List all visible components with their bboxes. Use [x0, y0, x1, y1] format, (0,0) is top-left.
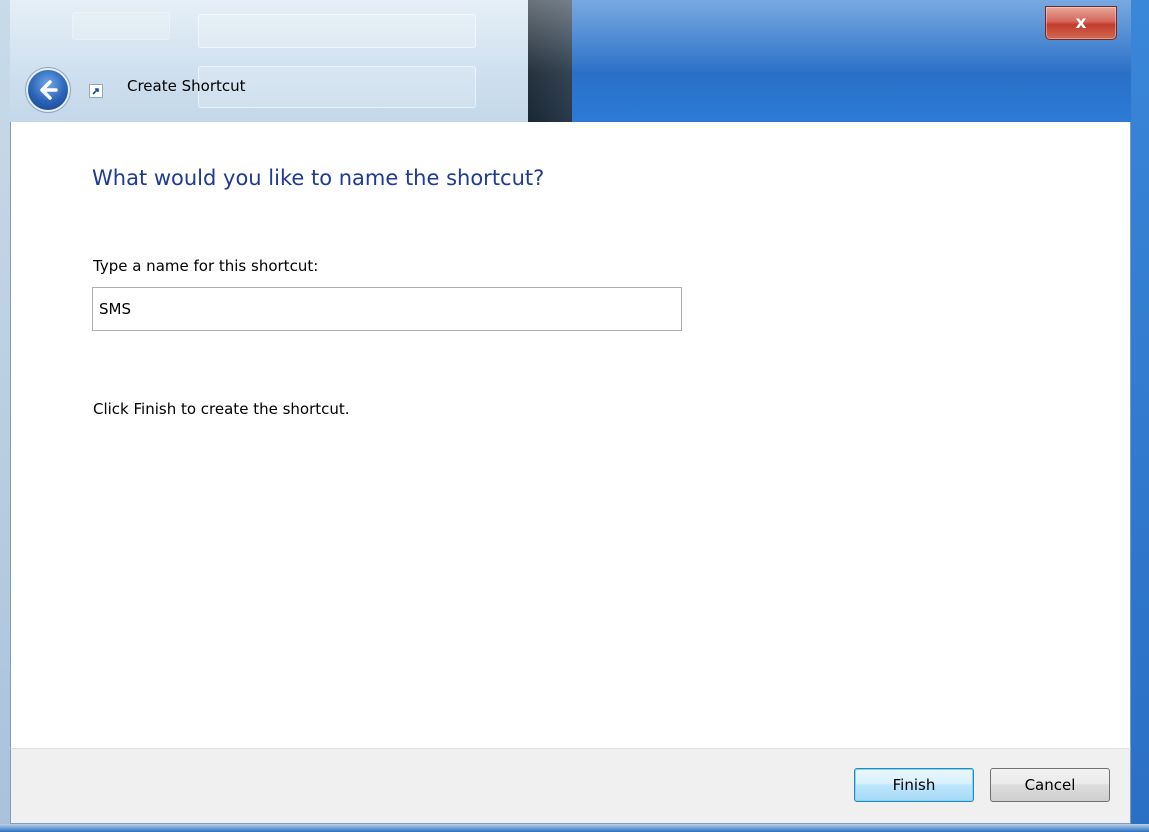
close-button[interactable]: x [1045, 6, 1117, 40]
create-shortcut-dialog: x Create Shortcut What would you like to… [0, 0, 1149, 832]
page-heading: What would you like to name the shortcut… [92, 166, 545, 190]
glass-sheen [0, 0, 1149, 122]
wizard-page: What would you like to name the shortcut… [10, 122, 1131, 748]
close-icon: x [1075, 13, 1087, 33]
window-frame-bottom [0, 824, 1149, 832]
title-bar: x Create Shortcut [0, 0, 1149, 122]
button-bar: Finish Cancel [10, 748, 1131, 824]
window-frame-right [1131, 0, 1149, 832]
shortcut-arrow-icon [89, 84, 103, 98]
finish-button[interactable]: Finish [854, 768, 974, 802]
window-frame-left [0, 0, 10, 832]
name-label: Type a name for this shortcut: [93, 257, 319, 275]
back-button[interactable] [28, 70, 68, 110]
cancel-button[interactable]: Cancel [990, 768, 1110, 802]
window-title: Create Shortcut [127, 77, 246, 95]
finish-hint: Click Finish to create the shortcut. [93, 400, 350, 418]
shortcut-name-input[interactable] [92, 287, 682, 331]
back-arrow-icon [40, 80, 58, 100]
